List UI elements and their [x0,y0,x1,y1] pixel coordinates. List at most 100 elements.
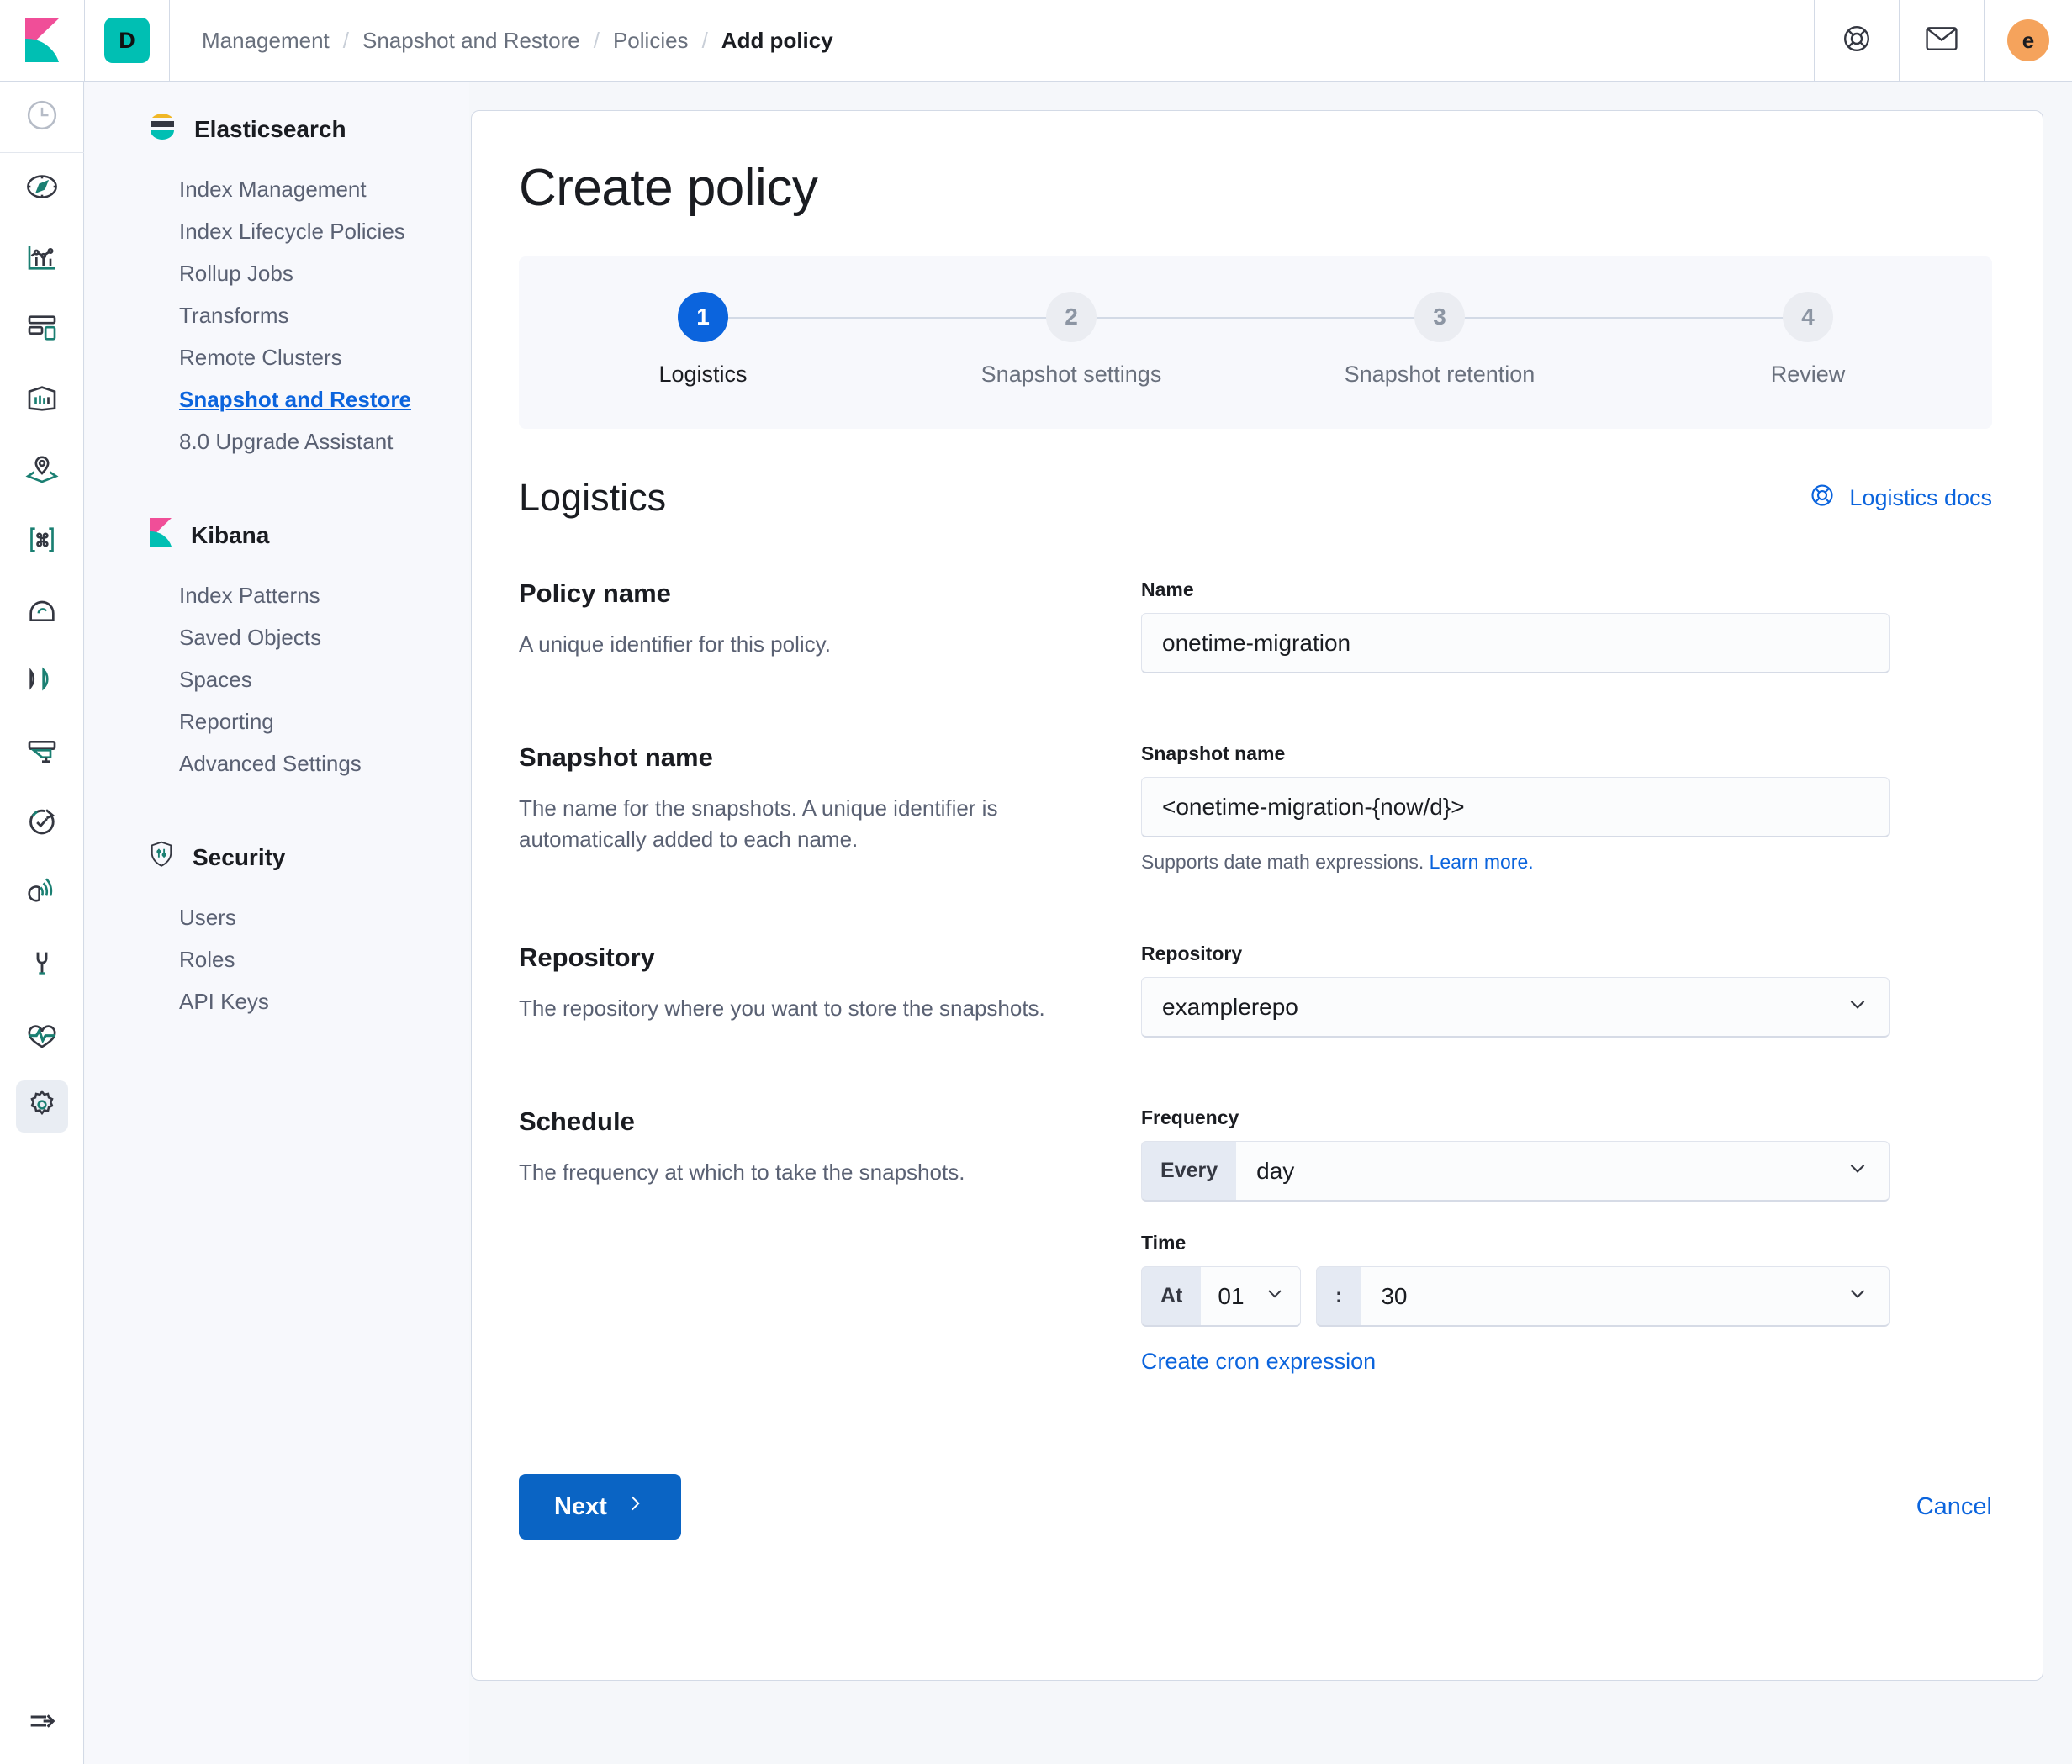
breadcrumb-separator: / [701,27,708,53]
management-gear-icon [25,1088,59,1126]
sidebar-item-index-management[interactable]: Index Management [85,168,469,210]
step-number: 2 [1046,292,1097,342]
next-button[interactable]: Next [519,1474,681,1540]
chevron-right-icon [624,1492,646,1521]
step-number: 4 [1783,292,1833,342]
sidebar-group-label: Kibana [191,521,270,548]
sidebar-item-roles[interactable]: Roles [85,938,469,980]
rail-item-maps[interactable] [0,436,84,506]
help-text: Supports date math expressions. [1141,851,1424,873]
rail-item-logs[interactable] [0,647,84,718]
rail-item-management[interactable] [0,1071,84,1142]
lifebuoy-icon [1842,24,1872,58]
name-input[interactable]: onetime-migration [1141,613,1890,673]
elasticsearch-logo-icon [149,112,176,146]
frequency-select[interactable]: day [1236,1141,1890,1202]
kibana-logo-icon[interactable] [0,18,84,62]
rail-item-infrastructure[interactable] [0,577,84,647]
sidebar-group-label: Elasticsearch [194,115,346,142]
rail-item-siem[interactable] [0,859,84,930]
policy-name-description-block: Policy name A unique identifier for this… [519,578,1107,660]
step-label: Snapshot settings [980,362,1162,387]
breadcrumb: Management / Snapshot and Restore / Poli… [170,28,1814,54]
rail-item-machine-learning[interactable] [0,506,84,577]
sidebar-item-api-keys[interactable]: API Keys [85,980,469,1022]
sidebar-item-index-lifecycle-policies[interactable]: Index Lifecycle Policies [85,210,469,252]
machine-learning-icon [25,523,59,561]
hour-select[interactable]: 01 [1201,1266,1301,1327]
repository-selected-value: examplerepo [1162,993,1298,1020]
rail-item-monitoring[interactable] [0,1001,84,1071]
rail-item-recently-viewed[interactable] [0,82,84,152]
rail-item-dev-tools[interactable] [0,930,84,1001]
sidebar-item-users[interactable]: Users [85,896,469,938]
nav-collapse-button[interactable] [0,1682,84,1764]
sidebar-item-spaces[interactable]: Spaces [85,658,469,700]
docs-link-label: Logistics docs [1849,484,1992,510]
wizard-footer: Next Cancel [519,1474,1992,1540]
sidebar-item-transforms[interactable]: Transforms [85,294,469,336]
snapshot-name-input[interactable]: <onetime-migration-{now/d}> [1141,777,1890,837]
management-sidebar: Elasticsearch Index Management Index Lif… [85,82,469,1764]
news-feed-button[interactable] [1900,0,1984,82]
help-button[interactable] [1815,0,1899,82]
learn-more-link[interactable]: Learn more. [1430,851,1534,873]
section-title: Logistics [519,476,667,519]
rail-item-dashboard[interactable] [0,294,84,365]
repository-select[interactable]: examplerepo [1141,977,1890,1038]
chevron-down-icon [1845,1281,1870,1312]
sidebar-item-index-patterns[interactable]: Index Patterns [85,574,469,616]
breadcrumb-item-snapshot-and-restore[interactable]: Snapshot and Restore [362,28,580,54]
security-shield-icon [149,840,174,874]
schedule-description-block: Schedule The frequency at which to take … [519,1106,1107,1188]
frequency-label: Frequency [1141,1106,1240,1128]
sidebar-item-reporting[interactable]: Reporting [85,700,469,742]
next-button-label: Next [554,1492,607,1520]
sidebar-item-remote-clusters[interactable]: Remote Clusters [85,336,469,378]
frequency-selected-value: day [1256,1157,1295,1184]
sidebar-item-rollup-jobs[interactable]: Rollup Jobs [85,252,469,294]
logistics-docs-link[interactable]: Logistics docs [1810,483,1992,514]
frequency-prepend-label: Every [1141,1141,1237,1202]
breadcrumb-separator: / [342,27,349,53]
rail-item-discover[interactable] [0,153,84,224]
sidebar-item-advanced-settings[interactable]: Advanced Settings [85,742,469,784]
step-review[interactable]: 4 Review [1624,292,1992,388]
step-snapshot-settings[interactable]: 2 Snapshot settings [887,292,1255,388]
repository-heading: Repository [519,943,655,972]
chevron-down-icon [1845,1155,1870,1186]
user-menu-button[interactable]: e [1985,19,2072,61]
rail-item-apm[interactable] [0,718,84,789]
create-cron-expression-link[interactable]: Create cron expression [1141,1349,1890,1375]
sidebar-item-saved-objects[interactable]: Saved Objects [85,616,469,658]
snapshot-name-description-block: Snapshot name The name for the snapshots… [519,742,1107,855]
policy-name-heading: Policy name [519,578,671,608]
step-number: 3 [1414,292,1465,342]
sidebar-group-security: Security [85,840,469,874]
section-header: Logistics Logistics docs [519,476,1992,520]
minute-select[interactable]: 30 [1361,1266,1890,1327]
repository-field-label: Repository [1141,943,1243,964]
rail-item-uptime[interactable] [0,789,84,859]
snapshot-name-heading: Snapshot name [519,742,713,772]
breadcrumb-item-policies[interactable]: Policies [613,28,689,54]
form-row-policy-name: Policy name A unique identifier for this… [519,578,1992,673]
rail-item-visualize[interactable] [0,224,84,294]
sidebar-item-upgrade-assistant[interactable]: 8.0 Upgrade Assistant [85,420,469,462]
step-snapshot-retention[interactable]: 3 Snapshot retention [1255,292,1624,388]
cancel-button[interactable]: Cancel [1916,1493,1992,1521]
step-logistics[interactable]: 1 Logistics [519,292,887,388]
rail-item-canvas[interactable] [0,365,84,436]
header-actions: e [1814,0,2072,82]
sidebar-group-elasticsearch: Elasticsearch [85,112,469,146]
menu-collapse-arrow-icon [25,1704,59,1742]
minute-control: : 30 [1316,1266,1890,1327]
step-label: Logistics [658,362,748,387]
dashboard-icon [25,311,59,349]
space-selector[interactable]: D [85,18,169,63]
visualize-chart-icon [25,240,59,278]
schedule-field-block: Frequency Every day Time At 01: 30 Crea… [1141,1106,1890,1375]
sidebar-item-snapshot-and-restore[interactable]: Snapshot and Restore [85,378,469,420]
breadcrumb-item-management[interactable]: Management [202,28,330,54]
canvas-icon [25,382,59,420]
